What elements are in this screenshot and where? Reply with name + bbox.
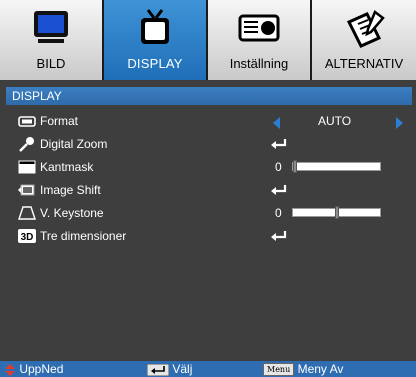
up-down-icon [5,363,15,376]
footer-select: Välj [147,362,192,376]
settings-list: Format AUTO Digital Zoom Kantmask 0 Imag… [0,110,416,248]
tab-label: DISPLAY [127,56,183,71]
notepad-pen-icon [346,10,385,48]
osd-menu: BILD DISPLAY Inställning ALTERNATIV DISP… [0,0,416,377]
row-label: Format [40,114,79,128]
row-label: Tre dimensioner [40,229,127,243]
row-format[interactable]: Format AUTO [0,110,416,133]
kantmask-slider[interactable] [292,160,381,173]
monitor-icon [34,11,68,43]
enter-icon [271,231,287,241]
footer-select-label: Välj [172,362,193,376]
row-digital-zoom[interactable]: Digital Zoom [0,133,416,156]
keystone-slider[interactable] [292,206,381,219]
magnifier-icon [19,137,34,152]
row-tre-dimensioner[interactable]: 3D Tre dimensioner [0,225,416,248]
enter-icon [271,139,287,149]
row-label: Digital Zoom [40,137,108,151]
enter-key-icon [147,363,169,376]
keystone-number: 0 [275,206,282,220]
tab-bar: BILD DISPLAY Inställning ALTERNATIV [0,0,416,80]
tab-alternativ[interactable]: ALTERNATIV [312,0,416,80]
arrow-right-icon[interactable] [396,117,403,129]
footer-updown-label: UppNed [19,362,64,376]
aspect-ratio-icon [18,116,36,127]
row-v-keystone[interactable]: V. Keystone 0 [0,202,416,225]
kantmask-number: 0 [275,160,282,174]
row-image-shift[interactable]: Image Shift [0,179,416,202]
tab-installning[interactable]: Inställning [208,0,312,80]
keystone-icon [18,206,36,220]
3d-icon: 3D [18,229,36,243]
tab-display[interactable]: DISPLAY [104,0,208,80]
footer-menu: Menu Meny Av [263,362,344,377]
menu-title: DISPLAY [6,87,412,105]
row-label: V. Keystone [40,206,104,220]
slider-thumb[interactable] [293,160,297,173]
format-value: AUTO [318,114,352,128]
row-label: Kantmask [40,160,94,174]
footer-updown: UppNed [4,362,63,376]
menu-key-icon: Menu [263,363,295,377]
row-kantmask[interactable]: Kantmask 0 [0,156,416,179]
footer-menu-label: Meny Av [297,362,344,376]
enter-icon [271,185,287,195]
tab-label: ALTERNATIV [324,56,404,71]
3d-icon-text: 3D [21,232,34,243]
tab-bild[interactable]: BILD [0,0,104,80]
projector-icon [238,14,280,42]
tab-label: Inställning [229,56,289,71]
footer-bar: UppNed Välj Menu Meny Av [0,361,416,377]
slider-thumb[interactable] [335,206,339,219]
tab-label: BILD [36,56,66,71]
edge-mask-icon [18,160,36,174]
row-label: Image Shift [40,183,101,197]
tv-icon [141,9,169,44]
image-shift-icon [18,184,35,196]
arrow-left-icon[interactable] [273,117,280,129]
